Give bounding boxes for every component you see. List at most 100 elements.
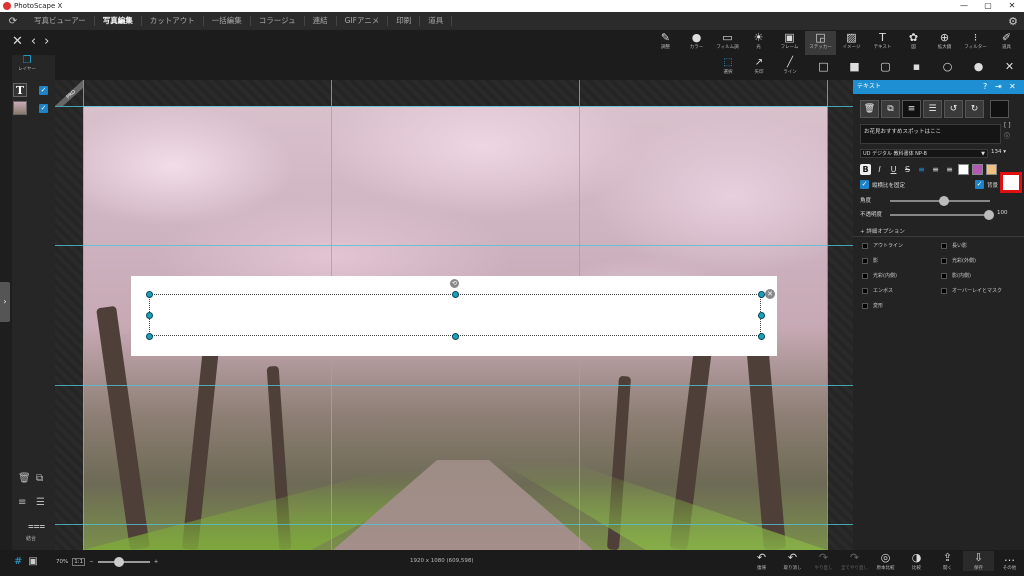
redo-all-button[interactable]: ↷ 全てやり直し: [839, 551, 870, 571]
rectangle-outline-icon[interactable]: □: [808, 61, 839, 73]
resize-handle[interactable]: [146, 291, 153, 298]
bold-button[interactable]: B: [860, 164, 871, 175]
text-input[interactable]: お花見おすすめスポットはここ: [860, 124, 1001, 144]
keep-ratio-checkbox[interactable]: ✓ 縦横比を固定: [860, 180, 905, 189]
align-left-icon[interactable]: ≡: [902, 100, 921, 118]
home-icon[interactable]: ⟳: [0, 16, 26, 27]
tool-magnifier[interactable]: ⊕ 拡大鏡: [929, 31, 960, 55]
duplicate-icon[interactable]: ⧉: [36, 473, 43, 484]
detail-options-toggle[interactable]: + 詳細オプション: [860, 227, 905, 235]
pin-icon[interactable]: ⇥: [995, 80, 1002, 94]
tool-color[interactable]: ● カラー: [681, 31, 712, 55]
option-outline[interactable]: アウトライン: [862, 242, 903, 249]
rounded-rect-filled-icon[interactable]: ▪: [901, 61, 932, 73]
option-transform[interactable]: 変形: [862, 302, 883, 309]
resize-handle[interactable]: [146, 333, 153, 340]
underline-button[interactable]: U: [888, 164, 899, 175]
tool-select[interactable]: ⬚ 選択: [713, 57, 743, 75]
resize-handle[interactable]: [758, 291, 765, 298]
tool-tools[interactable]: ✐ 道具: [991, 31, 1022, 55]
angle-slider[interactable]: 角度 0: [860, 195, 1020, 206]
tool-filter[interactable]: ⁝ フィルター: [960, 31, 991, 55]
fit-screen-icon[interactable]: ▣: [28, 556, 37, 567]
more-button[interactable]: … その他: [994, 551, 1024, 571]
more-icon[interactable]: [990, 100, 1009, 118]
grid-icon[interactable]: #: [14, 556, 22, 567]
open-button[interactable]: ⇪ 開く: [932, 551, 963, 571]
align-right-button[interactable]: ≡: [944, 164, 955, 175]
italic-button[interactable]: I: [874, 164, 885, 175]
rotate-handle-icon[interactable]: ⟲: [450, 279, 459, 288]
align-left-button[interactable]: ≡: [916, 164, 927, 175]
menu-cutout[interactable]: カットアウト: [142, 16, 204, 26]
tool-sticker[interactable]: ◲ ステッカー: [805, 31, 836, 55]
menu-print[interactable]: 印刷: [388, 16, 421, 26]
text-object[interactable]: ⟲ ✕: [131, 276, 777, 356]
option-shadow[interactable]: 影: [862, 257, 878, 264]
maximize-button[interactable]: ▢: [976, 0, 1000, 12]
align-icon[interactable]: ≡: [18, 497, 26, 508]
circle-filled-icon[interactable]: ●: [963, 61, 994, 73]
tool-text[interactable]: T テキスト: [867, 31, 898, 55]
rounded-rect-outline-icon[interactable]: ▢: [870, 61, 901, 73]
expand-icon[interactable]: [ ]: [1004, 122, 1011, 129]
font-select[interactable]: UD デジタル 教科書体 NP-B ▼: [860, 149, 988, 158]
option-outer-glow[interactable]: 光彩(外側): [941, 257, 976, 264]
font-size-field[interactable]: 134 ▾: [991, 149, 1006, 155]
option-overlay-mask[interactable]: オーバーレイとマスク: [941, 287, 1002, 294]
align-center-button[interactable]: ≡: [930, 164, 941, 175]
list-icon[interactable]: ☰: [36, 497, 45, 508]
resize-handle[interactable]: [758, 312, 765, 319]
save-button[interactable]: ⇩ 保存: [963, 551, 994, 571]
canvas-area[interactable]: PRO ⟲ ✕: [55, 80, 853, 550]
close-panel-icon[interactable]: ✕: [1009, 80, 1016, 94]
layers-button[interactable]: ❐ レイヤー: [12, 55, 42, 72]
back-icon[interactable]: ‹: [31, 34, 36, 49]
tool-light[interactable]: ☀ 光: [743, 31, 774, 55]
tool-film[interactable]: ▭ フィルム調: [712, 31, 743, 55]
menu-gif[interactable]: GIFアニメ: [337, 16, 389, 26]
zoom-in-button[interactable]: +: [154, 559, 159, 565]
revert-button[interactable]: ↶ 復帰: [746, 551, 777, 571]
option-emboss[interactable]: エンボス: [862, 287, 893, 294]
menu-tools[interactable]: 道具: [420, 16, 453, 26]
tool-figure[interactable]: ✿ 図: [898, 31, 929, 55]
minimize-button[interactable]: —: [952, 0, 976, 12]
option-long-shadow[interactable]: 長い影: [941, 242, 967, 249]
redo-button[interactable]: ↷ やり直し: [808, 551, 839, 571]
tool-arrow[interactable]: ↗ 矢印: [744, 57, 774, 75]
undo-button[interactable]: ↶ 取り消し: [777, 551, 808, 571]
tool-adjust[interactable]: ✎ 調整: [650, 31, 681, 55]
expand-sidebar-button[interactable]: ›: [0, 282, 10, 322]
circle-outline-icon[interactable]: ○: [932, 61, 963, 73]
delete-object-icon[interactable]: ✕: [765, 289, 775, 299]
resize-handle[interactable]: [452, 291, 459, 298]
menu-photo-edit[interactable]: 写真編集: [95, 16, 142, 26]
tool-line[interactable]: ╱ ライン: [775, 57, 805, 75]
rotate-left-icon[interactable]: ↺: [944, 100, 963, 118]
layer-visible-checkbox[interactable]: ✓: [39, 103, 48, 113]
option-inner-glow[interactable]: 光彩(内側): [862, 272, 897, 279]
list-icon[interactable]: ☰: [923, 100, 942, 118]
info-icon[interactable]: ⓘ: [1004, 131, 1011, 140]
layer-image[interactable]: ✓: [13, 100, 53, 116]
rectangle-filled-icon[interactable]: ■: [839, 61, 870, 73]
background-checkbox[interactable]: ✓ 背景: [975, 180, 998, 189]
resize-handle[interactable]: [146, 312, 153, 319]
resize-handle[interactable]: [758, 333, 765, 340]
close-icon[interactable]: ✕: [12, 34, 23, 49]
compare-original-button[interactable]: ◎ 原本比較: [870, 551, 901, 571]
background-color-swatch[interactable]: [1000, 172, 1022, 193]
trash-icon[interactable]: 🗑: [18, 473, 31, 484]
menu-photo-viewer[interactable]: 写真ビューアー: [26, 16, 95, 26]
close-panel-icon[interactable]: ✕: [994, 61, 1024, 73]
trash-icon[interactable]: 🗑: [860, 100, 879, 118]
duplicate-icon[interactable]: ⧉: [881, 100, 900, 118]
merge-icon[interactable]: ⩶: [28, 521, 45, 532]
gear-icon[interactable]: ⚙: [1008, 15, 1018, 28]
strikethrough-button[interactable]: S: [902, 164, 913, 175]
text-color-swatch[interactable]: [958, 164, 969, 175]
close-window-button[interactable]: ✕: [1000, 0, 1024, 12]
opacity-slider[interactable]: 不透明度 100: [860, 209, 1020, 220]
resize-handle[interactable]: [452, 333, 459, 340]
